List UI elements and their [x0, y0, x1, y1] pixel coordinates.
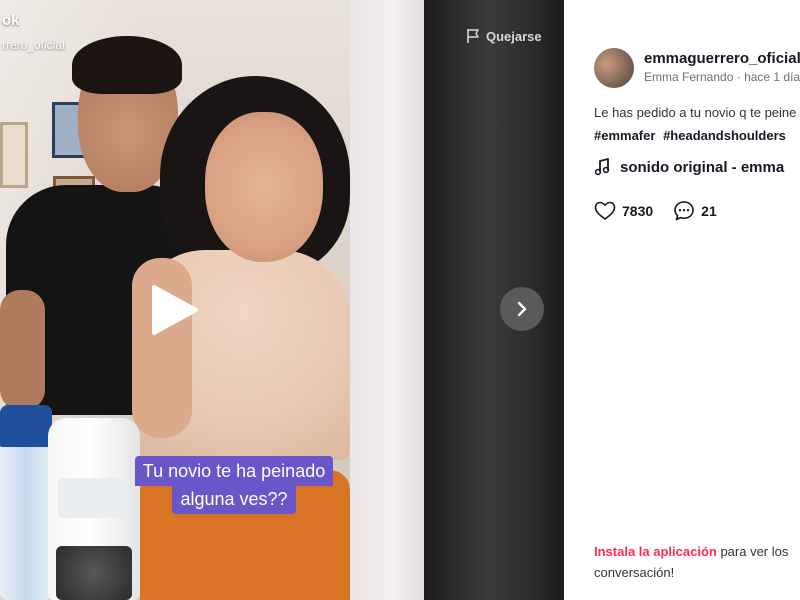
video-watermark: ok	[2, 12, 20, 29]
username[interactable]: emmaguerrero_oficial	[644, 50, 800, 67]
hashtag-list: #emmafer #headandshoulders	[594, 128, 790, 143]
post-subline: Emma Fernando · hace 1 día	[644, 70, 800, 84]
report-label: Quejarse	[486, 28, 542, 44]
comment-button[interactable]: 21	[673, 200, 717, 222]
sound-link[interactable]: sonido original - emma	[594, 158, 784, 176]
install-text: para ver los	[716, 544, 789, 559]
video-caption: Tu novio te ha peinado alguna ves??	[120, 456, 348, 514]
video-person	[205, 112, 323, 262]
install-prompt: Instala la aplicación para ver los conve…	[594, 541, 788, 583]
caption-line: Tu novio te ha peinado	[134, 456, 334, 486]
wall-picture	[0, 122, 28, 188]
post-time: hace 1 día	[744, 70, 800, 84]
hashtag-link[interactable]: #headandshoulders	[663, 128, 786, 143]
video-backdrop	[424, 0, 564, 600]
separator: ·	[736, 70, 741, 84]
report-button[interactable]: Quejarse	[466, 28, 542, 44]
comment-icon	[674, 201, 694, 221]
chevron-right-icon	[517, 301, 527, 317]
post-stats: 7830 21	[594, 200, 737, 222]
avatar[interactable]	[594, 48, 634, 88]
like-button[interactable]: 7830	[594, 201, 653, 221]
music-note-icon	[594, 158, 610, 176]
shampoo-bottle	[0, 405, 52, 600]
comment-count: 21	[701, 203, 717, 219]
video-person	[72, 36, 182, 94]
heart-icon	[594, 201, 616, 220]
next-video-button[interactable]	[500, 287, 544, 331]
hashtag-link[interactable]: #emmafer	[594, 128, 655, 143]
display-name: Emma Fernando	[644, 70, 734, 84]
video-player[interactable]: ok rrero_oficial Tu novio te ha peinado …	[0, 0, 350, 600]
flag-icon	[467, 29, 479, 43]
video-side-blur	[350, 0, 424, 600]
post-description: Le has pedido a tu novio q te peine	[594, 105, 797, 120]
play-icon	[152, 285, 198, 335]
play-button[interactable]	[148, 283, 200, 337]
video-person	[0, 290, 45, 410]
install-app-link[interactable]: Instala la aplicación	[594, 544, 717, 559]
install-text: conversación!	[594, 565, 675, 580]
caption-line: alguna ves??	[172, 486, 296, 514]
video-watermark-user: rrero_oficial	[2, 38, 65, 52]
sound-label: sonido original - emma	[620, 158, 785, 176]
like-count: 7830	[622, 203, 654, 219]
post-info-panel: emmaguerrero_oficial Emma Fernando · hac…	[564, 0, 800, 600]
